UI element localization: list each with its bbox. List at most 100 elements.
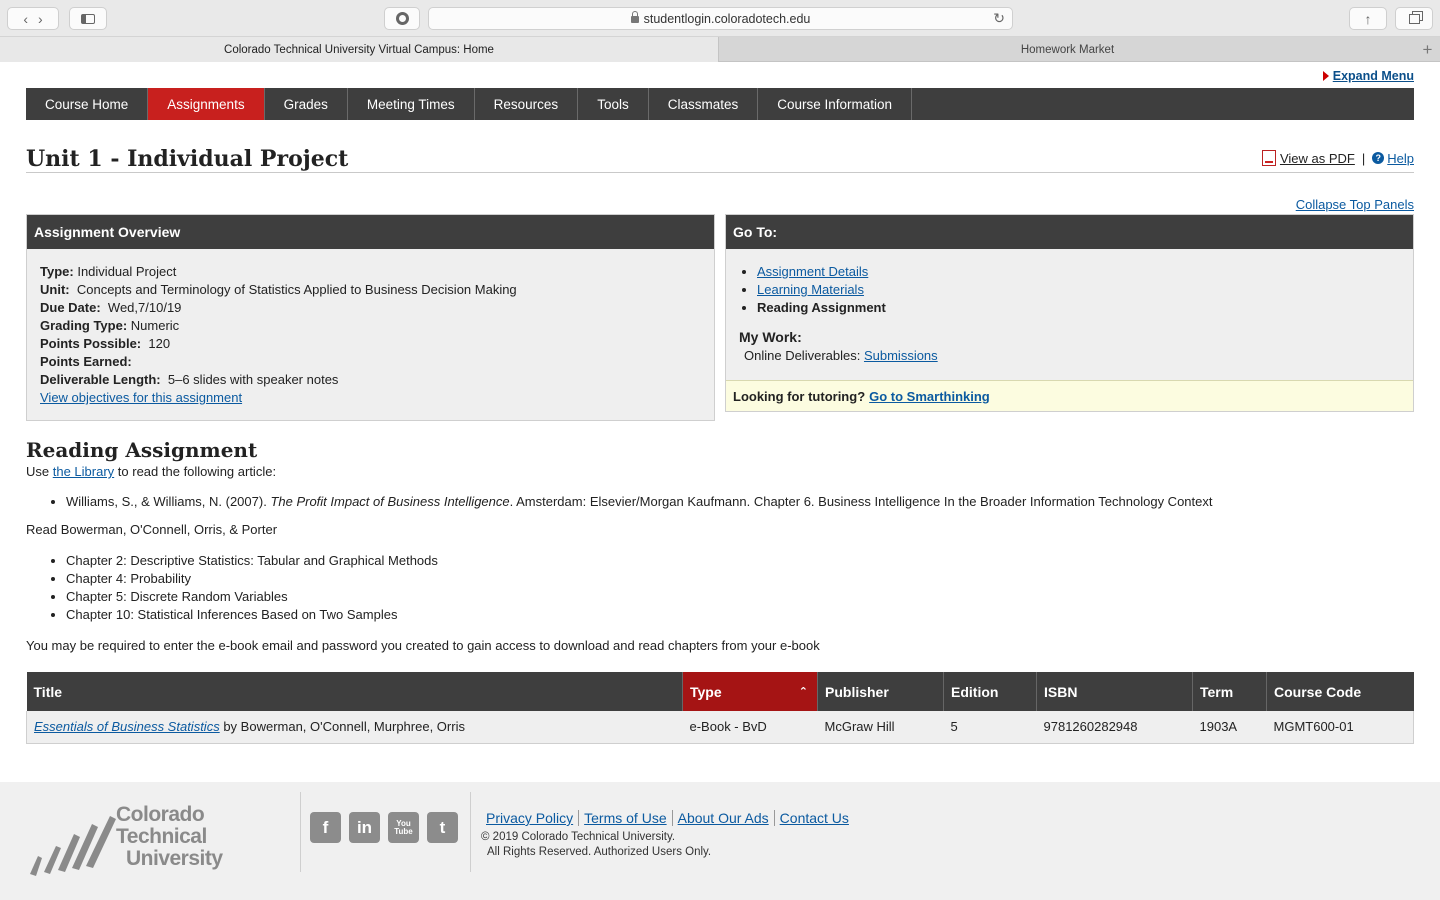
collapse-top-panels-link[interactable]: Collapse Top Panels <box>1296 197 1414 212</box>
pdf-icon <box>1261 150 1276 166</box>
cell-type: e-Book - BvD <box>682 711 818 744</box>
chapter-item: Chapter 5: Discrete Random Variables <box>66 588 1414 606</box>
column-header-title[interactable]: Title <box>26 672 683 711</box>
list-item: Assignment Details <box>757 263 1400 281</box>
browser-toolbar: ‹ › studentlogin.coloradotech.edu ↻ ↑ <box>0 0 1440 37</box>
help-icon: ? <box>1372 152 1385 164</box>
new-tab-icon[interactable]: + <box>1415 37 1440 62</box>
contact-us-link[interactable]: Contact Us <box>773 810 854 826</box>
column-header-term[interactable]: Term <box>1192 672 1267 711</box>
expand-menu-link[interactable]: Expand Menu <box>1333 69 1414 83</box>
triangle-right-icon <box>1322 71 1329 81</box>
browser-tab[interactable]: Homework Market <box>720 37 1415 62</box>
nav-course-home[interactable]: Course Home <box>26 88 149 120</box>
facebook-icon[interactable]: f <box>310 812 341 843</box>
title-actions: View as PDF | ? Help <box>1261 150 1414 166</box>
page-title: Unit 1 - Individual Project <box>26 146 349 172</box>
logo-mark-icon <box>30 816 116 876</box>
reading-assignment-current: Reading Assignment <box>757 300 886 315</box>
submissions-link[interactable]: Submissions <box>864 348 938 363</box>
column-header-publisher[interactable]: Publisher <box>817 672 944 711</box>
cell-isbn: 9781260282948 <box>1036 711 1193 744</box>
chapter-item: Chapter 4: Probability <box>66 570 1414 588</box>
nav-grades[interactable]: Grades <box>265 88 348 120</box>
browser-tab-bar: Colorado Technical University Virtual Ca… <box>0 37 1440 62</box>
tutoring-bar: Looking for tutoring? Go to Smarthinking <box>726 380 1413 411</box>
nav-classmates[interactable]: Classmates <box>649 88 759 120</box>
share-button[interactable]: ↑ <box>1349 7 1387 30</box>
article-citation: Williams, S., & Williams, N. (2007). The… <box>66 493 1414 511</box>
footer: Colorado Technical University f in You T… <box>0 782 1440 900</box>
footer-links: Privacy Policy Terms of Use About Our Ad… <box>486 810 854 826</box>
youtube-icon[interactable]: You Tube <box>388 812 419 843</box>
reading-section: Reading Assignment Use the Library to re… <box>26 437 1414 655</box>
assignment-overview-panel: Assignment Overview Type: Individual Pro… <box>26 214 715 421</box>
library-link[interactable]: the Library <box>53 464 114 479</box>
forward-icon[interactable]: › <box>38 11 43 27</box>
books-table: Title Type ⌃ Publisher Edition ISBN Term … <box>26 672 1414 744</box>
nav-assignments[interactable]: Assignments <box>148 88 265 120</box>
privacy-policy-link[interactable]: Privacy Policy <box>486 810 578 826</box>
assignment-details-link[interactable]: Assignment Details <box>757 264 868 279</box>
library-instruction: Use the Library to read the following ar… <box>26 464 277 479</box>
smarthinking-link[interactable]: Go to Smarthinking <box>869 389 990 404</box>
column-header-course-code[interactable]: Course Code <box>1266 672 1414 711</box>
linkedin-icon[interactable]: in <box>349 812 380 843</box>
table-header-row: Title Type ⌃ Publisher Edition ISBN Term … <box>26 672 1414 711</box>
chapter-item: Chapter 2: Descriptive Statistics: Tabul… <box>66 552 1414 570</box>
book-title-link[interactable]: Essentials of Business Statistics <box>34 719 220 734</box>
nav-course-information[interactable]: Course Information <box>758 88 913 120</box>
points-earned-row: Points Earned: <box>40 354 132 369</box>
sidebar-icon <box>81 13 95 24</box>
title-divider <box>26 172 1414 173</box>
cell-term: 1903A <box>1192 711 1267 744</box>
settings-icon <box>395 12 409 25</box>
tabs-overview-button[interactable] <box>1395 7 1433 30</box>
help-link[interactable]: Help <box>1387 151 1414 166</box>
back-icon[interactable]: ‹ <box>23 11 38 27</box>
nav-tools[interactable]: Tools <box>578 88 649 120</box>
terms-of-use-link[interactable]: Terms of Use <box>578 810 671 826</box>
reload-icon[interactable]: ↻ <box>993 10 1005 27</box>
logo-text: Colorado Technical University <box>116 803 223 870</box>
browser-tab-active[interactable]: Colorado Technical University Virtual Ca… <box>0 37 719 62</box>
chapter-item: Chapter 10: Statistical Inferences Based… <box>66 606 1414 624</box>
read-instruction: Read Bowerman, O'Connell, Orris, & Porte… <box>26 522 278 537</box>
url-text: studentlogin.coloradotech.edu <box>643 11 811 26</box>
twitter-icon[interactable]: t <box>427 812 458 843</box>
points-possible-row: Points Possible: 120 <box>40 336 171 351</box>
type-row: Type: Individual Project <box>40 264 177 279</box>
ebook-note: You may be required to enter the e-book … <box>26 638 820 653</box>
view-objectives-link[interactable]: View objectives for this assignment <box>40 390 242 405</box>
back-forward-buttons[interactable]: ‹ › <box>7 7 59 30</box>
lock-icon <box>630 11 639 23</box>
copyright: © 2019 Colorado Technical University. Al… <box>481 831 712 858</box>
panel-heading: Assignment Overview <box>27 215 714 249</box>
site-settings-button[interactable] <box>384 7 420 30</box>
tabs-icon <box>1408 13 1420 24</box>
sort-ascending-icon: ⌃ <box>798 686 808 698</box>
nav-meeting-times[interactable]: Meeting Times <box>348 88 475 120</box>
course-nav: Course Home Assignments Grades Meeting T… <box>26 88 1414 120</box>
nav-resources[interactable]: Resources <box>475 88 579 120</box>
view-pdf-link[interactable]: View as PDF <box>1280 151 1355 166</box>
my-work-heading: My Work: <box>739 329 802 345</box>
panel-heading: Go To: <box>726 215 1413 249</box>
address-bar[interactable]: studentlogin.coloradotech.edu ↻ <box>428 7 1013 30</box>
footer-divider <box>300 792 301 872</box>
online-deliverables-row: Online Deliverables: Submissions <box>744 348 938 363</box>
share-icon: ↑ <box>1364 10 1372 27</box>
column-header-type[interactable]: Type ⌃ <box>682 672 818 711</box>
cell-course-code: MGMT600-01 <box>1266 711 1414 744</box>
learning-materials-link[interactable]: Learning Materials <box>757 282 864 297</box>
unit-row: Unit: Concepts and Terminology of Statis… <box>40 282 517 297</box>
column-header-isbn[interactable]: ISBN <box>1036 672 1193 711</box>
goto-panel: Go To: Assignment Details Learning Mater… <box>725 214 1414 412</box>
deliverable-length-row: Deliverable Length: 5–6 slides with spea… <box>40 372 339 387</box>
about-our-ads-link[interactable]: About Our Ads <box>671 810 774 826</box>
expand-menu[interactable]: Expand Menu <box>1322 69 1414 83</box>
table-row: Essentials of Business Statistics by Bow… <box>26 711 1414 744</box>
separator: | <box>1361 150 1366 166</box>
sidebar-button[interactable] <box>69 7 107 30</box>
column-header-edition[interactable]: Edition <box>943 672 1037 711</box>
